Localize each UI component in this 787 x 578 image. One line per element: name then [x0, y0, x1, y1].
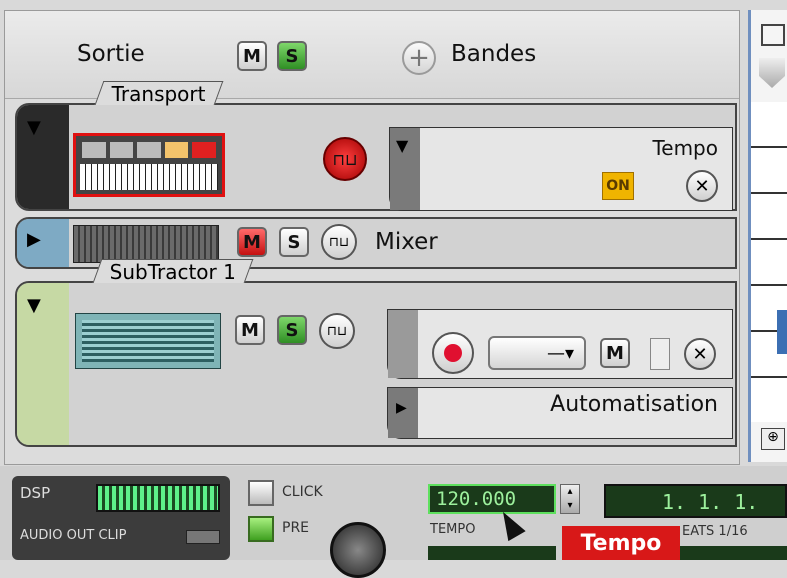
tempo-caption: TEMPO: [430, 522, 476, 537]
mixer-device-thumbnail[interactable]: [73, 225, 219, 263]
track-list-panel: Sortie M S + Bandes ▼ Transport ⊓⊔ ▼ Tem…: [4, 10, 740, 465]
transport-device-thumbnail[interactable]: [73, 133, 225, 197]
song-position-display[interactable]: 1. 1. 1.: [604, 484, 787, 518]
locator-marker[interactable]: [761, 24, 785, 46]
subtractor-track-strip[interactable]: ▼: [17, 283, 69, 445]
zoom-in-icon[interactable]: ⊕: [761, 428, 785, 450]
mixer-name: Mixer: [375, 229, 438, 255]
lane-grip[interactable]: [388, 310, 418, 378]
automation-label: Automatisation: [550, 392, 718, 417]
subtractor-track: ▼ SubTractor 1 M S ⊓⊔ —▾ M ✕ ▶ Automatis…: [15, 259, 737, 447]
arrangement-clip[interactable]: [777, 310, 787, 354]
precount-toggle[interactable]: [248, 516, 274, 542]
lane-mute-button[interactable]: M: [600, 338, 630, 368]
lane-slider[interactable]: [650, 338, 670, 370]
song-position-marker[interactable]: [759, 58, 785, 88]
midi-input-icon[interactable]: ⊓⊔: [319, 313, 355, 349]
automation-row: ▶ Automatisation: [387, 387, 733, 439]
clip-indicator: [186, 530, 220, 544]
click-label: CLICK: [282, 484, 323, 500]
dsp-meter-panel: DSP AUDIO OUT CLIP: [12, 476, 230, 560]
dsp-label: DSP: [20, 484, 51, 502]
record-icon[interactable]: [432, 332, 474, 374]
subtractor-tab-label: SubTractor 1: [109, 260, 236, 284]
automation-lane: —▾ M ✕: [387, 309, 733, 379]
lane-grip[interactable]: ▼: [390, 128, 420, 210]
tempo-tooltip: Tempo: [562, 526, 680, 560]
tempo-lane-label: Tempo: [652, 136, 718, 160]
click-level-knob[interactable]: [330, 522, 386, 578]
audio-out-clip-label: AUDIO OUT CLIP: [20, 528, 127, 543]
close-icon[interactable]: ✕: [684, 338, 716, 370]
subtractor-mute-button[interactable]: M: [235, 315, 265, 345]
bands-label: Bandes: [451, 41, 537, 67]
dsp-meter: [96, 484, 220, 512]
transport-track: ▼ Transport ⊓⊔ ▼ Tempo ON ✕: [15, 81, 737, 211]
signature-display[interactable]: [428, 546, 556, 560]
chevron-down-icon: —▾: [546, 342, 574, 364]
midi-input-icon[interactable]: ⊓⊔: [321, 224, 357, 260]
parameter-dropdown[interactable]: —▾: [488, 336, 586, 370]
tempo-lane: ▼ Tempo ON ✕: [389, 127, 733, 211]
subtractor-device-thumbnail[interactable]: [75, 313, 221, 369]
transport-track-strip[interactable]: ▼: [17, 105, 69, 209]
precount-label: PRE: [282, 520, 310, 536]
transport-tab-label: Transport: [111, 82, 206, 106]
close-icon[interactable]: ✕: [686, 170, 718, 202]
add-band-icon[interactable]: +: [402, 41, 436, 75]
tempo-on-button[interactable]: ON: [602, 172, 634, 200]
subtractor-tab: SubTractor 1: [92, 259, 254, 284]
tempo-display[interactable]: 120.000: [428, 484, 556, 514]
arrangement-grid: [751, 102, 787, 422]
keyboard-icon: [80, 164, 218, 190]
midi-input-icon[interactable]: ⊓⊔: [323, 137, 367, 181]
arrangement-panel: ⊕: [748, 10, 787, 462]
click-toggle[interactable]: [248, 480, 274, 506]
mixer-solo-button[interactable]: S: [279, 227, 309, 257]
collapse-triangle-icon[interactable]: ▼: [27, 295, 41, 316]
mixer-mute-button[interactable]: M: [237, 227, 267, 257]
output-mute-button[interactable]: M: [237, 41, 267, 71]
output-solo-button[interactable]: S: [277, 41, 307, 71]
transport-bar: DSP AUDIO OUT CLIP CLICK PRE 120.000 ▴ ▾ …: [0, 466, 787, 578]
mixer-track-strip[interactable]: ▶: [17, 219, 69, 267]
subtractor-solo-button[interactable]: S: [277, 315, 307, 345]
transport-tab: Transport: [94, 81, 224, 106]
collapse-triangle-icon[interactable]: ▼: [27, 117, 41, 138]
time-display[interactable]: [680, 546, 787, 560]
output-label: Sortie: [77, 41, 145, 67]
expand-triangle-icon[interactable]: ▶: [27, 229, 41, 250]
lane-grip[interactable]: ▶: [388, 388, 418, 438]
beats-label: EATS 1/16: [682, 524, 748, 539]
tempo-spinner[interactable]: ▴ ▾: [560, 484, 580, 514]
